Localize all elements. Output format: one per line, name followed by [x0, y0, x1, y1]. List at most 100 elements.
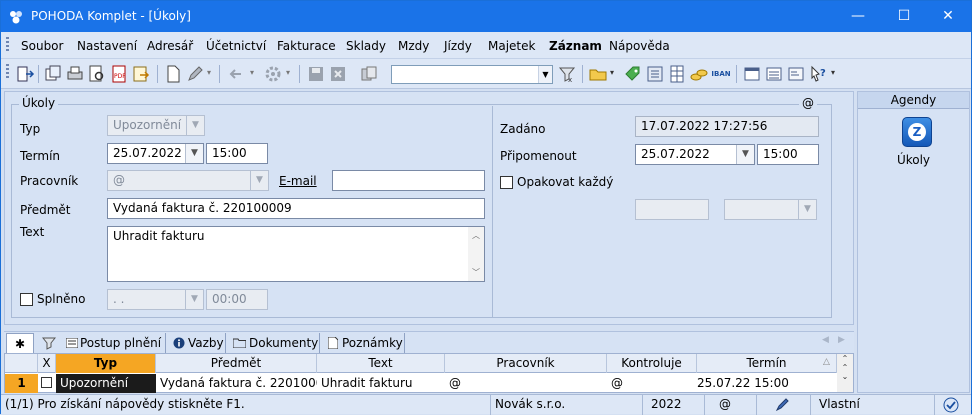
menu-adresar[interactable]: Adresář	[147, 39, 193, 53]
chevron-down-icon: ▼	[186, 116, 204, 135]
header-pracovnik[interactable]: Pracovník	[445, 354, 607, 373]
header-typ[interactable]: Typ	[56, 354, 156, 373]
termin-date-field[interactable]: 25.07.2022 ▼	[107, 143, 204, 164]
label-termin: Termín	[20, 149, 61, 163]
edit-icon[interactable]	[185, 64, 205, 84]
opakovat-unit-select: ▼	[724, 199, 817, 220]
table-scrollbar[interactable]: ⌃ ⌃ ⌄	[837, 354, 853, 392]
scroll-top-icon[interactable]: ⌃	[837, 354, 853, 363]
detail-tabs: ✱ Postup plnění Vazby Dokumenty Poznámky…	[4, 331, 854, 353]
grid-icon[interactable]	[667, 64, 687, 84]
tasks-table: X Typ Předmět Text Pracovník Kontroluje …	[4, 353, 854, 393]
menu-nastaveni[interactable]: Nastavení	[77, 39, 137, 53]
pripomenout-time-field[interactable]: 15:00	[757, 144, 819, 165]
scroll-down-icon[interactable]: ⌄	[837, 372, 853, 381]
menu-fakturace[interactable]: Fakturace	[277, 39, 336, 53]
menu-mzdy[interactable]: Mzdy	[398, 39, 429, 53]
typ-select[interactable]: Upozornění ▼	[107, 115, 205, 136]
header-termin[interactable]: Termín	[697, 354, 837, 373]
new-record-icon[interactable]	[163, 64, 183, 84]
tab-filter-icon[interactable]	[42, 336, 56, 350]
settings-icon[interactable]	[263, 64, 283, 84]
pdf-icon[interactable]: PDF	[109, 64, 129, 84]
print-icon[interactable]	[65, 64, 85, 84]
toolbar-search-combo[interactable]: ▼	[391, 65, 553, 84]
card-icon[interactable]	[786, 64, 806, 84]
copy-record-icon[interactable]	[43, 64, 63, 84]
label-pracovnik: Pracovník	[20, 174, 79, 188]
text-scrollbar[interactable]: ︿ ﹀	[468, 227, 484, 281]
coins-icon[interactable]	[689, 64, 709, 84]
chevron-down-icon[interactable]: ▼	[538, 66, 552, 83]
back-dropdown-icon[interactable]: ▾	[250, 68, 254, 77]
edit-dropdown-icon[interactable]: ▾	[207, 68, 211, 77]
cancel-icon[interactable]	[328, 64, 348, 84]
help-dropdown-icon[interactable]: ▾	[831, 68, 835, 77]
tab-poznamky[interactable]: Poznámky	[321, 333, 405, 353]
svg-text:?: ?	[820, 68, 826, 79]
email-link[interactable]: E-mail	[279, 174, 317, 188]
calculator-icon[interactable]	[645, 64, 665, 84]
print-preview-icon[interactable]	[87, 64, 107, 84]
header-predmet[interactable]: Předmět	[156, 354, 317, 373]
tab-scroll-left-icon[interactable]: ◀	[822, 335, 829, 345]
pracovnik-select[interactable]: @ ▼	[107, 170, 269, 191]
text-area[interactable]: Uhradit fakturu ︿ ﹀	[107, 226, 485, 282]
tab-postup-plneni[interactable]: Postup plnění	[60, 333, 166, 353]
row-checkbox[interactable]	[41, 377, 52, 388]
pripomenout-date-field[interactable]: 25.07.2022 ▼	[635, 144, 755, 165]
tab-scroll-right-icon[interactable]: ▶	[838, 335, 845, 345]
menu-majetek[interactable]: Majetek	[488, 39, 535, 53]
list-icon[interactable]	[764, 64, 784, 84]
menu-ucetnictvi[interactable]: Účetnictví	[206, 39, 266, 53]
exit-icon[interactable]	[15, 64, 35, 84]
splneno-time-value: 00:00	[212, 292, 247, 306]
scroll-up-icon[interactable]: ⌃	[837, 363, 853, 372]
opakovat-checkbox[interactable]	[500, 176, 513, 189]
help-icon[interactable]: ?	[808, 64, 828, 84]
iban-icon[interactable]: IBAN	[711, 64, 731, 84]
filter-icon[interactable]: x	[557, 64, 577, 84]
save-icon[interactable]	[306, 64, 326, 84]
status-sign	[757, 395, 811, 415]
folder-icon[interactable]	[588, 64, 608, 84]
maximize-button[interactable]: ☐	[881, 1, 927, 32]
close-button[interactable]: ✕	[925, 1, 971, 32]
ukoly-agenda-icon[interactable]: Z	[902, 117, 932, 147]
sidebar-title: Agendy	[858, 92, 969, 109]
table-row[interactable]: 1 Upozornění Vydaná faktura č. 220100009…	[5, 374, 837, 393]
sidebar-item-ukoly[interactable]: Úkoly	[858, 153, 969, 167]
text-value: Uhradit fakturu	[113, 229, 205, 243]
predmet-field[interactable]: Vydaná faktura č. 220100009	[107, 198, 485, 219]
export-icon[interactable]	[131, 64, 151, 84]
chevron-down-icon[interactable]: ▼	[185, 144, 203, 163]
window-icon[interactable]	[742, 64, 762, 84]
menu-napoveda[interactable]: Nápověda	[609, 39, 670, 53]
splneno-checkbox[interactable]	[20, 293, 33, 306]
folder-dropdown-icon[interactable]: ▾	[610, 68, 614, 77]
menu-jizdy[interactable]: Jízdy	[444, 39, 472, 53]
email-field[interactable]	[332, 170, 485, 191]
chevron-down-icon[interactable]: ▼	[736, 145, 754, 164]
tab-new[interactable]: ✱	[6, 333, 34, 353]
minimize-button[interactable]: —	[835, 1, 881, 32]
tab-dokumenty[interactable]: Dokumenty	[227, 333, 320, 353]
settings-dropdown-icon[interactable]: ▾	[286, 68, 290, 77]
duplicate-icon[interactable]	[359, 64, 379, 84]
scroll-down-icon[interactable]: ﹀	[468, 267, 484, 278]
header-text[interactable]: Text	[317, 354, 445, 373]
menu-sklady[interactable]: Sklady	[346, 39, 386, 53]
tab-poznamky-label: Poznámky	[342, 336, 403, 350]
form-panel: Úkoly @ Typ Upozornění ▼ Termín 25.07.20…	[4, 91, 854, 325]
splneno-time-field: 00:00	[206, 289, 268, 310]
tag-icon[interactable]	[623, 64, 643, 84]
menu-soubor[interactable]: Soubor	[21, 39, 63, 53]
header-x[interactable]: X	[38, 354, 56, 373]
tab-vazby[interactable]: Vazby	[167, 333, 226, 353]
termin-time-field[interactable]: 15:00	[206, 143, 268, 164]
menu-zaznam[interactable]: Záznam	[549, 39, 602, 53]
header-kontroluje[interactable]: Kontroluje	[607, 354, 697, 373]
back-arrow-icon[interactable]	[227, 64, 247, 84]
pracovnik-value: @	[113, 173, 125, 187]
scroll-up-icon[interactable]: ︿	[468, 230, 484, 241]
